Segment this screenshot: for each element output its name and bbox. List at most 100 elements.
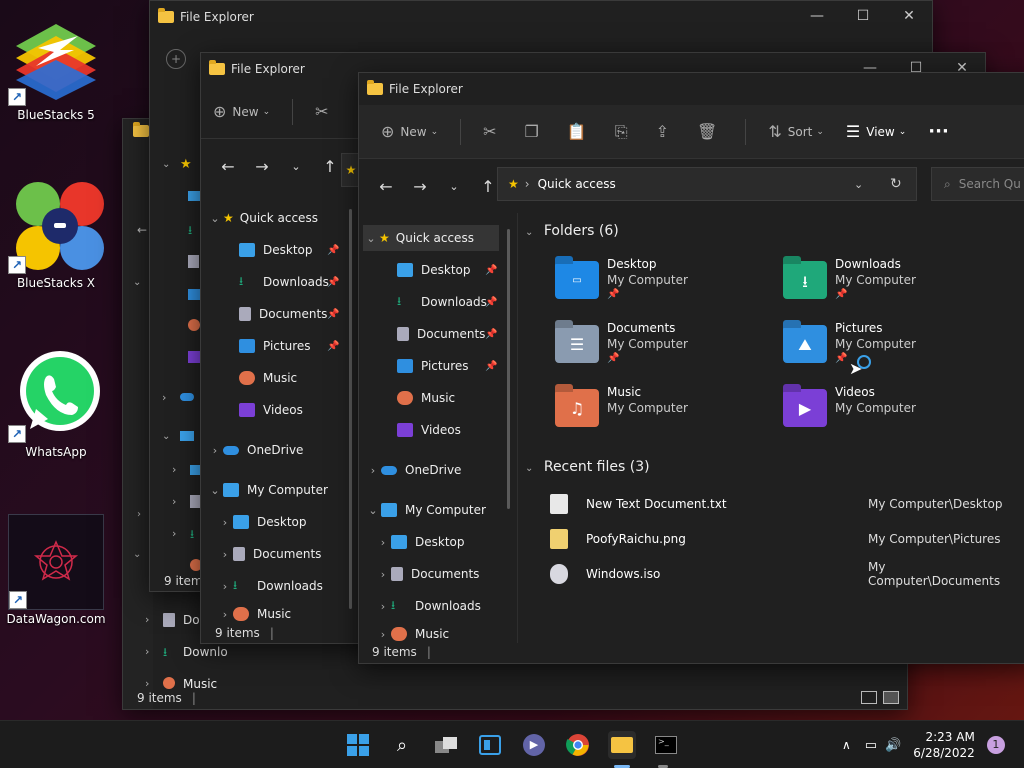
nav-item-documents-2[interactable]: › Documents bbox=[375, 561, 479, 587]
details-view-icon[interactable] bbox=[861, 691, 877, 704]
chevron-right-icon[interactable]: › bbox=[172, 495, 176, 508]
chrome-icon[interactable] bbox=[564, 731, 592, 759]
recent-file-row[interactable]: New Text Document.txt My Computer\Deskto… bbox=[550, 491, 1020, 517]
chevron-right-icon[interactable]: › bbox=[137, 509, 141, 520]
new-button[interactable]: ⊕ New ⌄ bbox=[381, 122, 438, 141]
nav-item-pictures[interactable]: Pictures 📌 bbox=[397, 353, 497, 379]
folder-tile-downloads[interactable]: ⭳ Downloads My Computer 📌 bbox=[783, 257, 1003, 317]
folder-tile-pictures[interactable]: ⛰ Pictures My Computer 📌 bbox=[783, 321, 1003, 381]
nav-item-onedrive[interactable]: › OneDrive bbox=[365, 457, 462, 483]
nav-item-desktop-2[interactable]: › Desktop bbox=[217, 509, 307, 535]
nav-item-pictures[interactable]: Pictures 📌 bbox=[239, 333, 339, 359]
refresh-icon[interactable]: ↻ bbox=[890, 176, 902, 192]
recent-file-row[interactable]: PoofyRaichu.png My Computer\Pictures bbox=[550, 526, 1020, 552]
folder-tile-desktop[interactable]: ▭ Desktop My Computer 📌 bbox=[555, 257, 775, 317]
new-plus-icon[interactable]: + bbox=[166, 49, 186, 69]
folder-tile-documents[interactable]: ☰ Documents My Computer 📌 bbox=[555, 321, 775, 381]
notification-badge[interactable]: 1 bbox=[986, 736, 1005, 754]
nav-item-my-computer[interactable]: ⌄ My Computer bbox=[365, 497, 486, 523]
nav-item-downloads-2[interactable]: › ⭳ Downloads bbox=[217, 573, 323, 599]
pin-icon[interactable]: 📌 bbox=[327, 341, 339, 352]
sort-button[interactable]: ⇅ Sort ⌄ bbox=[768, 122, 824, 141]
recent-chevron-icon[interactable]: ⌄ bbox=[437, 180, 471, 193]
teams-chat-icon[interactable]: ▶ bbox=[520, 731, 548, 759]
nav-item-downloads-2[interactable]: › ⭳ Downloads bbox=[375, 593, 481, 619]
nav-scrollbar[interactable] bbox=[349, 209, 352, 609]
recent-chevron-icon[interactable]: ⌄ bbox=[279, 160, 313, 173]
file-explorer-taskbar-icon[interactable] bbox=[608, 731, 636, 759]
nav-item-quick-access[interactable]: ⌄ ★ Quick access bbox=[207, 205, 318, 231]
tiles-view-icon[interactable] bbox=[883, 691, 899, 704]
task-view-icon[interactable] bbox=[432, 731, 460, 759]
pin-icon[interactable]: 📌 bbox=[485, 265, 497, 276]
address-dropdown-icon[interactable]: ⌄ bbox=[854, 178, 863, 191]
more-options-icon[interactable]: ··· bbox=[928, 121, 949, 142]
widgets-icon[interactable] bbox=[476, 731, 504, 759]
folders-section-header[interactable]: ⌄ Folders (6) bbox=[525, 223, 619, 239]
pin-icon[interactable]: 📌 bbox=[327, 277, 339, 288]
nav-scrollbar[interactable] bbox=[507, 229, 510, 509]
terminal-icon[interactable]: >_ bbox=[652, 731, 680, 759]
title-bar[interactable]: File Explorer bbox=[359, 73, 1024, 105]
nav-item-desktop[interactable]: Desktop 📌 bbox=[397, 257, 497, 283]
chevron-right-icon[interactable]: › bbox=[172, 463, 176, 476]
chevron-right-icon[interactable]: › bbox=[172, 527, 176, 540]
nav-item-videos[interactable]: Videos bbox=[397, 417, 461, 443]
paste-button[interactable]: 📋 bbox=[567, 122, 593, 141]
new-button[interactable]: ⊕ New ⌄ bbox=[213, 102, 270, 121]
recent-section-header[interactable]: ⌄ Recent files (3) bbox=[525, 459, 650, 475]
volume-icon[interactable]: 🔊 bbox=[885, 738, 901, 753]
folder-tile-videos[interactable]: ▶ Videos My Computer bbox=[783, 385, 1003, 445]
chevron-down-icon[interactable]: ⌄ bbox=[133, 549, 141, 560]
forward-arrow-icon[interactable]: → bbox=[403, 177, 437, 196]
pin-icon[interactable]: 📌 bbox=[485, 297, 497, 308]
copy-button[interactable]: ❐ bbox=[525, 122, 545, 141]
address-bar[interactable]: ★ › Quick access ⌄ ↻ bbox=[497, 167, 917, 201]
network-icon[interactable]: ▭ bbox=[865, 738, 877, 753]
back-arrow-icon[interactable]: ← bbox=[137, 223, 147, 237]
cut-button[interactable]: ✂ bbox=[315, 102, 334, 121]
rename-button[interactable]: ⎘ bbox=[615, 122, 634, 142]
nav-item-onedrive[interactable]: › OneDrive bbox=[207, 437, 304, 463]
view-button[interactable]: ☰ View ⌄ bbox=[846, 122, 906, 141]
forward-arrow-icon[interactable]: → bbox=[245, 157, 279, 176]
search-placeholder[interactable]: Search Qu bbox=[959, 177, 1021, 191]
chevron-up-icon[interactable]: ∧ bbox=[842, 738, 851, 752]
search-taskbar-icon[interactable]: ⌕ bbox=[388, 731, 416, 759]
desktop-icon-bluestacksx[interactable]: ↗ BlueStacks X bbox=[1, 178, 111, 290]
chevron-right-icon[interactable]: › bbox=[145, 613, 149, 626]
pin-icon[interactable]: 📌 bbox=[327, 245, 339, 256]
pin-icon[interactable]: 📌 bbox=[485, 361, 497, 372]
maximize-icon[interactable]: ☐ bbox=[840, 1, 886, 33]
nav-item-videos[interactable]: Videos bbox=[239, 397, 303, 423]
chevron-down-icon[interactable]: ⌄ bbox=[162, 159, 170, 170]
back-arrow-icon[interactable]: ← bbox=[211, 157, 245, 176]
nav-item-quick-access[interactable]: ⌄ ★ Quick access bbox=[363, 225, 499, 251]
nav-item-desktop-2[interactable]: › Desktop bbox=[375, 529, 465, 555]
folder-tile-music[interactable]: ♫ Music My Computer bbox=[555, 385, 775, 445]
cut-button[interactable]: ✂ bbox=[483, 122, 502, 141]
chevron-down-icon[interactable]: ⌄ bbox=[133, 277, 141, 288]
chevron-down-icon[interactable]: ⌄ bbox=[162, 431, 170, 442]
search-box[interactable]: ⌕ Search Qu bbox=[931, 167, 1024, 201]
nav-item-label[interactable]: Downlo bbox=[183, 645, 228, 659]
close-icon[interactable]: ✕ bbox=[886, 1, 932, 33]
nav-item-documents-2[interactable]: › Documents bbox=[217, 541, 321, 567]
nav-item-downloads[interactable]: ⭳ Downloads 📌 bbox=[239, 269, 339, 295]
back-arrow-icon[interactable]: ← bbox=[369, 177, 403, 196]
chevron-right-icon[interactable]: › bbox=[162, 391, 166, 404]
delete-button[interactable]: 🗑 bbox=[697, 122, 723, 141]
pin-icon[interactable]: 📌 bbox=[485, 329, 497, 340]
nav-item-documents[interactable]: Documents 📌 bbox=[239, 301, 339, 327]
desktop-icon-datawagon[interactable]: ↗ DataWagon.com bbox=[1, 514, 111, 626]
nav-item-documents[interactable]: Documents 📌 bbox=[397, 321, 497, 347]
pin-icon[interactable]: 📌 bbox=[327, 309, 339, 320]
start-button[interactable] bbox=[344, 731, 372, 759]
clock[interactable]: 2:23 AM 6/28/2022 bbox=[913, 729, 975, 761]
nav-item-music[interactable]: Music bbox=[239, 365, 297, 391]
chevron-right-icon[interactable]: › bbox=[145, 645, 149, 658]
desktop-icon-bluestacks5[interactable]: ↗ BlueStacks 5 bbox=[1, 10, 111, 122]
desktop-icon-whatsapp[interactable]: ↗ WhatsApp bbox=[1, 347, 111, 459]
share-button[interactable]: ⇪ bbox=[656, 122, 675, 141]
recent-file-row[interactable]: Windows.iso My Computer\Documents bbox=[550, 560, 1020, 588]
